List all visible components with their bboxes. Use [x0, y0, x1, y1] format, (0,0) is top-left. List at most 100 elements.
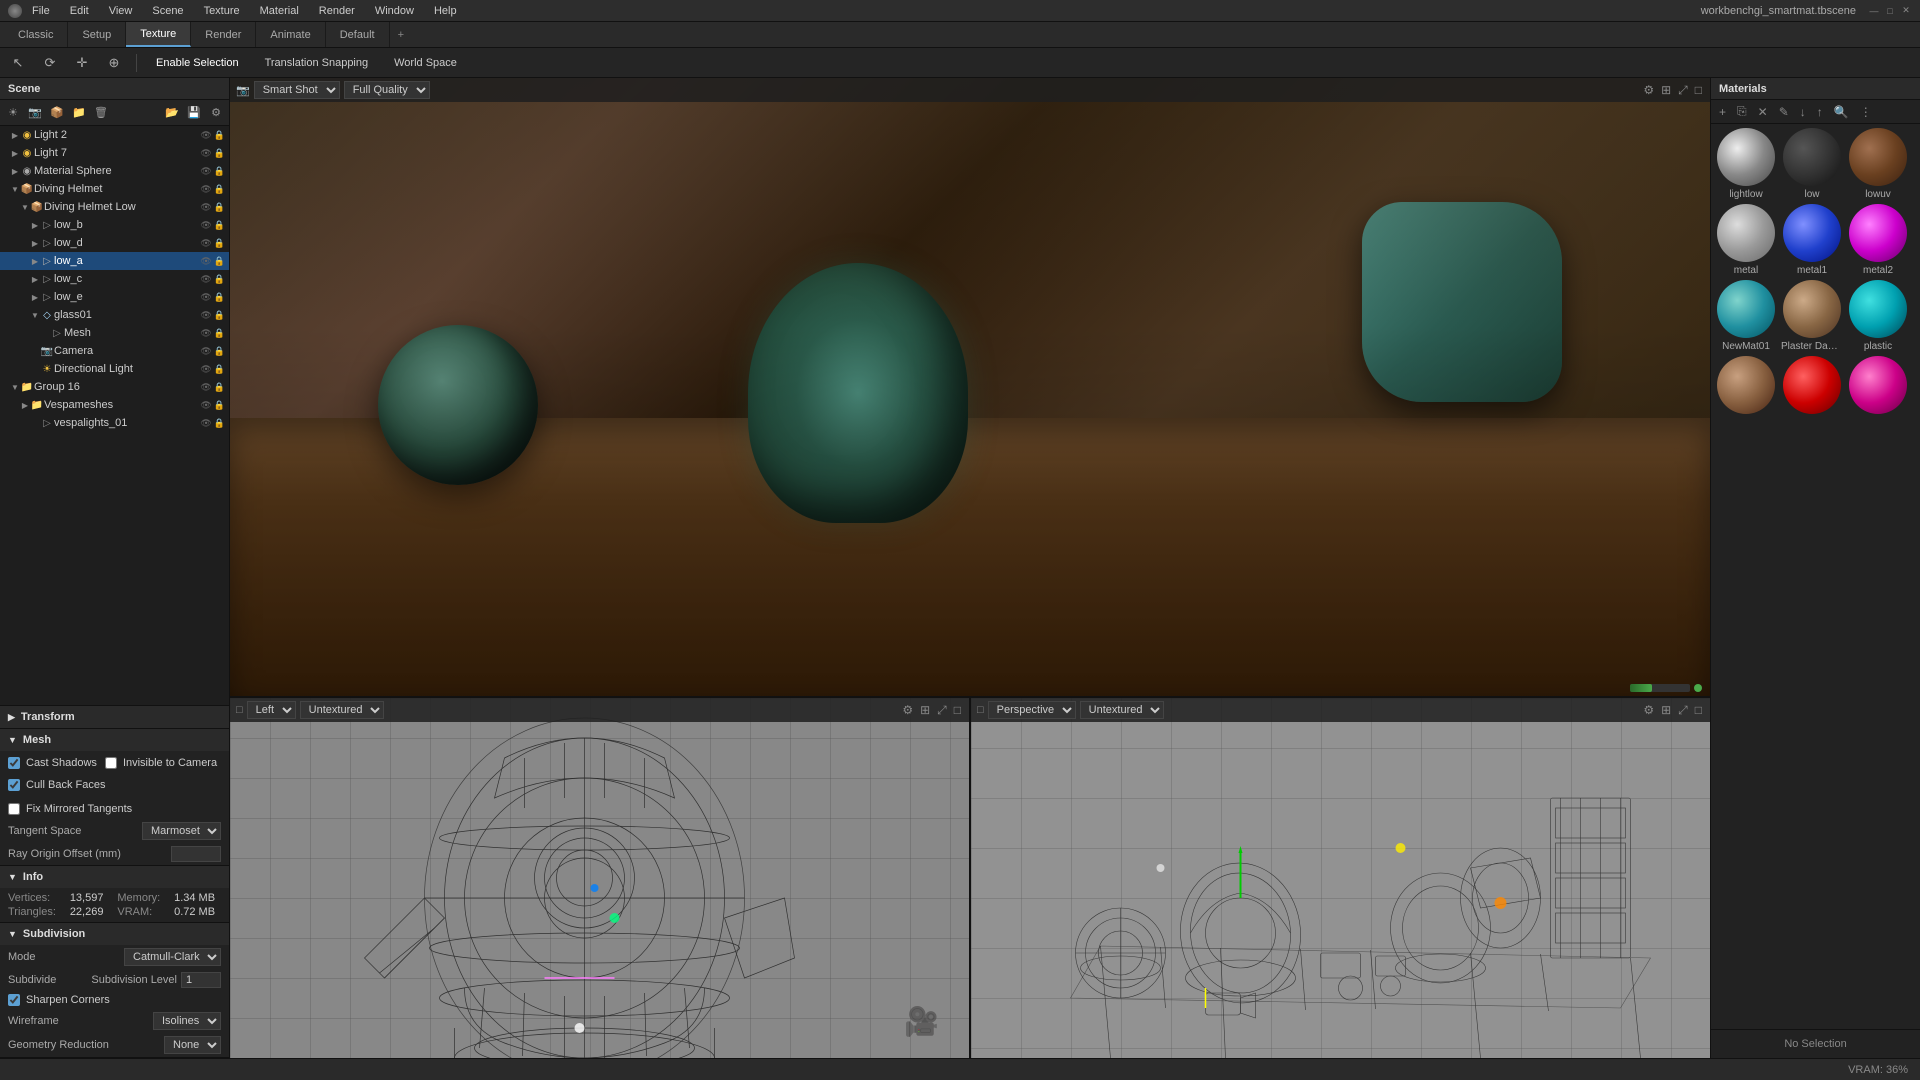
tree-item-mesh[interactable]: ▷ Mesh 👁🔒: [0, 324, 229, 342]
menu-scene[interactable]: Scene: [148, 3, 187, 19]
mat-rename-icon[interactable]: ✎: [1775, 103, 1793, 121]
menu-help[interactable]: Help: [430, 3, 461, 19]
scene-cam-icon[interactable]: 📷: [26, 104, 44, 122]
tree-item-diving-helmet-low[interactable]: ▼ 📦 Diving Helmet Low 👁🔒: [0, 198, 229, 216]
tab-render[interactable]: Render: [191, 22, 256, 47]
cast-shadows-checkbox[interactable]: [8, 757, 20, 769]
tree-item-light2[interactable]: ▶ ◉ Light 2 👁🔒: [0, 126, 229, 144]
tree-item-light7[interactable]: ▶ ◉ Light 7 👁🔒: [0, 144, 229, 162]
right-view-select[interactable]: Perspective: [988, 701, 1076, 719]
minimize-button[interactable]: —: [1868, 5, 1880, 17]
world-space-button[interactable]: World Space: [387, 54, 464, 72]
select-tool-icon[interactable]: ↖: [8, 53, 28, 73]
mat-item-newmat01[interactable]: NewMat01: [1715, 280, 1777, 352]
menu-material[interactable]: Material: [256, 3, 303, 19]
viewport-left[interactable]: 🎥 □ Left Untextured ⚙ ⊞ ⤢ □: [230, 698, 971, 1058]
mat-item-metal2[interactable]: metal2: [1847, 204, 1909, 276]
mat-item-plasterdam[interactable]: Plaster Dam...: [1781, 280, 1843, 352]
scale-tool-icon[interactable]: ⊕: [104, 53, 124, 73]
menu-texture[interactable]: Texture: [200, 3, 244, 19]
vp-expand-icon[interactable]: ⤢: [1676, 81, 1690, 100]
subdivision-header[interactable]: ▼ Subdivision: [0, 923, 229, 945]
right-vp-expand[interactable]: ⤢: [1676, 701, 1690, 720]
vp-settings-icon[interactable]: ⚙: [1641, 81, 1656, 100]
vp-fullscreen-icon[interactable]: □: [1693, 81, 1704, 100]
left-vp-layout[interactable]: ⊞: [918, 701, 932, 720]
transform-header[interactable]: ▶ Transform: [0, 706, 229, 728]
cull-back-faces-checkbox[interactable]: [8, 779, 20, 791]
invisible-to-camera-checkbox[interactable]: [105, 757, 117, 769]
right-vp-settings[interactable]: ⚙: [1641, 701, 1656, 720]
scene-group-icon[interactable]: 📁: [70, 104, 88, 122]
top-viewport-mode-select[interactable]: Smart Shot: [254, 81, 340, 99]
mesh-header[interactable]: ▼ Mesh: [0, 729, 229, 751]
scene-add-icon[interactable]: ☀: [4, 104, 22, 122]
menu-render[interactable]: Render: [315, 3, 359, 19]
left-vp-fullscreen[interactable]: □: [952, 701, 963, 720]
subdivision-level-input[interactable]: [181, 972, 221, 988]
top-viewport-cam-icon[interactable]: 📷: [236, 84, 250, 97]
viewport-right[interactable]: □ Perspective Untextured ⚙ ⊞ ⤢ □: [971, 698, 1710, 1058]
vp-layout-icon[interactable]: ⊞: [1659, 81, 1673, 100]
tab-texture[interactable]: Texture: [126, 22, 191, 47]
left-vp-settings[interactable]: ⚙: [900, 701, 915, 720]
tree-item-low-c[interactable]: ▶ ▷ low_c 👁🔒: [0, 270, 229, 288]
menu-view[interactable]: View: [105, 3, 137, 19]
mat-settings-icon[interactable]: ⋮: [1856, 103, 1876, 121]
tree-item-camera[interactable]: 📷 Camera 👁🔒: [0, 342, 229, 360]
mat-item-lowuv[interactable]: lowuv: [1847, 128, 1909, 200]
scene-export-icon[interactable]: 💾: [185, 104, 203, 122]
scene-settings-icon[interactable]: ⚙: [207, 104, 225, 122]
tab-default[interactable]: Default: [326, 22, 390, 47]
geometry-reduction-select[interactable]: None: [164, 1036, 221, 1054]
tree-item-vespalights[interactable]: ▷ vespalights_01 👁🔒: [0, 414, 229, 432]
mat-item-empty3[interactable]: [1847, 356, 1909, 417]
mat-delete-icon[interactable]: ✕: [1754, 103, 1772, 121]
tree-item-vespameshes[interactable]: ▶ 📁 Vespameshes 👁🔒: [0, 396, 229, 414]
tree-item-diving-helmet[interactable]: ▼ 📦 Diving Helmet 👁🔒: [0, 180, 229, 198]
translation-snapping-button[interactable]: Translation Snapping: [258, 54, 376, 72]
tree-item-low-b[interactable]: ▶ ▷ low_b 👁🔒: [0, 216, 229, 234]
scene-import-icon[interactable]: 📂: [163, 104, 181, 122]
top-viewport-quality-select[interactable]: Full Quality: [344, 81, 430, 99]
mat-item-plastic[interactable]: plastic: [1847, 280, 1909, 352]
tab-add-button[interactable]: +: [390, 22, 412, 47]
right-shading-select[interactable]: Untextured: [1080, 701, 1164, 719]
tree-item-low-a[interactable]: ▶ ▷ low_a 👁🔒: [0, 252, 229, 270]
tangent-space-select[interactable]: Marmoset: [142, 822, 221, 840]
tab-setup[interactable]: Setup: [68, 22, 126, 47]
tab-classic[interactable]: Classic: [4, 22, 68, 47]
mat-item-low[interactable]: low: [1781, 128, 1843, 200]
scene-delete-icon[interactable]: 🗑: [92, 104, 110, 122]
tree-item-low-d[interactable]: ▶ ▷ low_d 👁🔒: [0, 234, 229, 252]
maximize-button[interactable]: □: [1884, 5, 1896, 17]
tree-item-low-e[interactable]: ▶ ▷ low_e 👁🔒: [0, 288, 229, 306]
mat-search-icon[interactable]: 🔍: [1830, 103, 1853, 121]
right-vp-layout[interactable]: ⊞: [1659, 701, 1673, 720]
mat-duplicate-icon[interactable]: ⎘: [1733, 102, 1751, 121]
tab-animate[interactable]: Animate: [256, 22, 325, 47]
tree-item-glass01[interactable]: ▼ ◇ glass01 👁🔒: [0, 306, 229, 324]
menu-window[interactable]: Window: [371, 3, 418, 19]
ray-origin-offset-input[interactable]: 0.0: [171, 846, 221, 862]
wireframe-select[interactable]: Isolines: [153, 1012, 221, 1030]
menu-file[interactable]: File: [28, 3, 54, 19]
mat-import-icon[interactable]: ↓: [1796, 103, 1810, 121]
left-shading-select[interactable]: Untextured: [300, 701, 384, 719]
mode-select[interactable]: Catmull-Clark: [124, 948, 221, 966]
tree-item-directional-light[interactable]: ☀ Directional Light 👁🔒: [0, 360, 229, 378]
scene-obj-icon[interactable]: 📦: [48, 104, 66, 122]
tree-item-material-sphere[interactable]: ▶ ◉ Material Sphere 👁🔒: [0, 162, 229, 180]
fix-mirrored-checkbox[interactable]: [8, 803, 20, 815]
enable-selection-button[interactable]: Enable Selection: [149, 54, 246, 72]
right-vp-fullscreen[interactable]: □: [1693, 701, 1704, 720]
mat-export-icon[interactable]: ↑: [1813, 103, 1827, 121]
mat-item-metal1[interactable]: metal1: [1781, 204, 1843, 276]
mat-item-empty2[interactable]: [1781, 356, 1843, 417]
menu-edit[interactable]: Edit: [66, 3, 93, 19]
close-button[interactable]: ✕: [1900, 5, 1912, 17]
rotate-tool-icon[interactable]: ⟳: [40, 53, 60, 73]
left-view-select[interactable]: Left: [247, 701, 296, 719]
mat-item-lightlow[interactable]: lightlow: [1715, 128, 1777, 200]
mat-add-icon[interactable]: +: [1715, 103, 1730, 121]
